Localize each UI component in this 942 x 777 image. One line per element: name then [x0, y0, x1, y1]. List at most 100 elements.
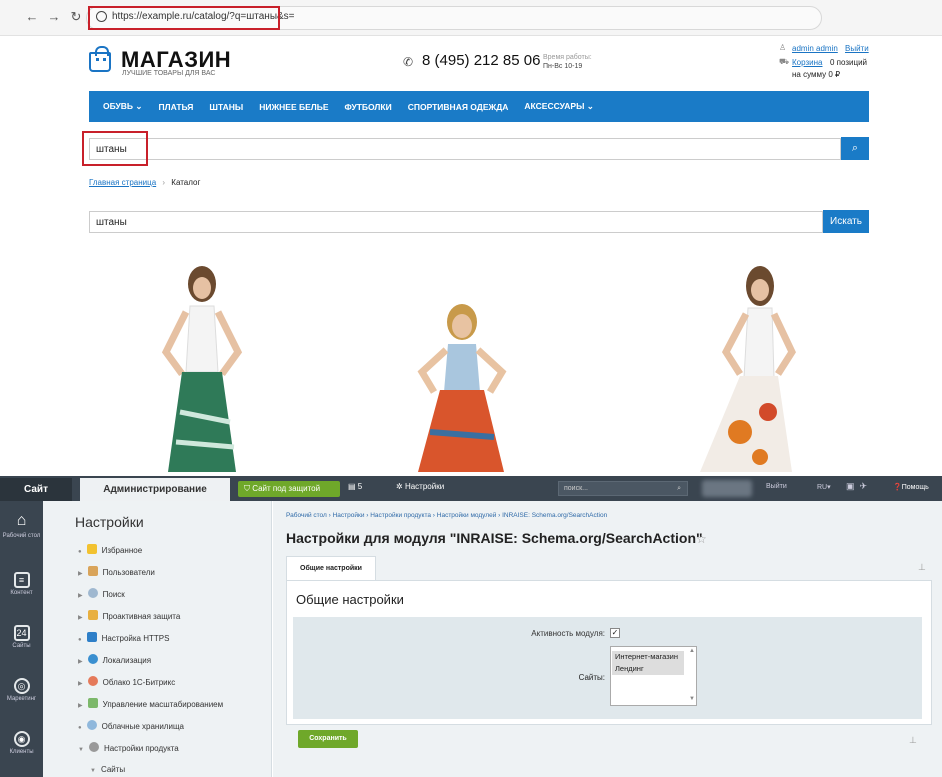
logout-link[interactable]: Выйти — [845, 44, 869, 53]
nav-sites[interactable]: 24 Сайты — [0, 625, 43, 649]
nav-clients-label: Клиенты — [9, 749, 34, 755]
menu-item-underwear[interactable]: НИЖНЕЕ БЕЛЬЕ — [259, 102, 328, 112]
sidebar-item-label: Проактивная защита — [102, 612, 181, 621]
forward-icon[interactable]: → — [46, 9, 62, 24]
sidebar-item-cloud[interactable]: ▶ Облако 1С-Битрикс — [78, 676, 175, 687]
site-option-landing[interactable]: Лендинг — [612, 663, 684, 675]
header-search-button[interactable]: ⌕ — [841, 137, 869, 160]
shield-icon: ⛉ — [244, 484, 253, 493]
server-icon — [87, 698, 98, 708]
panel-icon[interactable]: ▣ — [846, 481, 855, 491]
sidebar-item-favorites[interactable]: ● Избранное — [78, 544, 142, 555]
tab-administration[interactable]: Администрирование — [80, 478, 230, 501]
cloud-icon — [87, 676, 98, 686]
form-area — [293, 617, 922, 719]
site-option-shop[interactable]: Интернет-магазин — [612, 651, 684, 663]
clients-icon: ◉ — [13, 731, 30, 747]
highlight-box-search — [82, 131, 148, 166]
sidebar-item-label: Избранное — [101, 546, 143, 555]
pin-icon[interactable]: ⊥ — [909, 735, 917, 746]
catalog-search-value[interactable]: штаны — [96, 217, 127, 228]
menu-item-accessories[interactable]: АКСЕССУАРЫ ⌄ — [524, 101, 593, 112]
tab-general-settings[interactable]: Общие настройки — [286, 556, 376, 580]
cart-link[interactable]: Корзина — [792, 58, 822, 67]
catalog-menu: ОБУВЬ ⌄ ПЛАТЬЯ ШТАНЫ НИЖНЕЕ БЕЛЬЕ ФУТБОЛ… — [89, 91, 869, 122]
site-protected-button[interactable]: ⛉ Сайт под защитой — [238, 481, 340, 497]
help-button[interactable]: ❓Помощь — [893, 483, 929, 491]
sidebar-item-users[interactable]: ▶ Пользователи — [78, 566, 155, 577]
product-image-2[interactable] — [400, 262, 520, 472]
nav-marketing-label: Маркетинг — [6, 696, 37, 702]
product-image-1[interactable] — [140, 262, 260, 472]
catalog-search-button[interactable]: Искать — [823, 210, 869, 233]
cart-count: 0 позиций — [830, 58, 868, 67]
save-button[interactable]: Сохранить — [298, 730, 358, 748]
back-icon[interactable]: ← — [24, 9, 40, 24]
nav-sites-label: Сайты — [12, 643, 31, 649]
pin-icon[interactable]: ✈ — [860, 481, 868, 491]
nav-content-label: Контент — [10, 590, 33, 596]
shop-bag-icon[interactable] — [89, 46, 111, 72]
search-icon: ⌕ — [851, 142, 859, 154]
sidebar-item-proactive[interactable]: ▶ Проактивная защита — [78, 610, 180, 621]
sidebar-item-label: Сайты — [100, 765, 126, 774]
menu-item-tshirts[interactable]: ФУТБОЛКИ — [345, 102, 392, 112]
sidebar-item-label: Поиск — [102, 590, 125, 599]
language-select[interactable]: RU▾ — [817, 483, 831, 491]
sidebar-item-scaling[interactable]: ▶ Управление масштабированием — [78, 698, 223, 709]
menu-item-dresses[interactable]: ПЛАТЬЯ — [159, 102, 194, 112]
nav-desktop[interactable]: ⌂ Рабочий стол — [0, 512, 43, 540]
notifications-count: 5 — [357, 482, 363, 491]
pin-icon[interactable]: ⊥ — [918, 562, 926, 573]
user-link[interactable]: admin admin — [792, 44, 838, 53]
scroll-down-icon[interactable]: ▼ — [689, 696, 695, 702]
nav-clients[interactable]: ◉ Клиенты — [0, 731, 43, 755]
home-icon: ⌂ — [16, 512, 27, 529]
admin-logout[interactable]: Выйти — [766, 483, 787, 490]
admin-breadcrumb[interactable]: Рабочий стол › Настройки › Настройки про… — [286, 512, 607, 519]
document-icon: ≡ — [13, 572, 30, 588]
tab-site[interactable]: Сайт — [0, 478, 72, 501]
product-image-3[interactable] — [680, 262, 800, 472]
sidebar-item-search[interactable]: ▶ Поиск — [78, 588, 125, 599]
reload-icon[interactable]: ↻ — [68, 9, 84, 25]
sidebar-item-sites[interactable]: ▼ Сайты — [90, 765, 125, 774]
scroll-up-icon[interactable]: ▲ — [689, 648, 695, 654]
help-label: Помощь — [901, 484, 929, 491]
language-value: RU — [817, 484, 828, 491]
settings-button[interactable]: ✲ Настройки — [396, 482, 444, 491]
help-icon: ❓ — [893, 484, 902, 491]
catalog-search-input[interactable] — [89, 211, 823, 233]
calendar-icon: 24 — [13, 625, 30, 641]
menu-item-shoes[interactable]: ОБУВЬ ⌄ — [103, 101, 143, 112]
breadcrumb: Главная страница › Каталог — [89, 178, 200, 187]
target-icon: ◎ — [13, 678, 30, 694]
favorite-star-icon[interactable]: ☆ — [696, 532, 707, 546]
nav-content[interactable]: ≡ Контент — [0, 572, 43, 596]
nav-marketing[interactable]: ◎ Маркетинг — [0, 678, 43, 702]
user-name-blurred[interactable] — [702, 480, 752, 497]
module-active-checkbox[interactable]: ✓ — [610, 628, 620, 638]
menu-item-pants[interactable]: ШТАНЫ — [209, 102, 243, 112]
sidebar-item-product-settings[interactable]: ▼ Настройки продукта — [78, 742, 179, 753]
nav-desktop-label: Рабочий стол — [2, 533, 41, 539]
search-icon: ⌕ — [677, 485, 681, 492]
cloud-storage-icon — [86, 720, 97, 730]
admin-search-input[interactable]: поиск... ⌕ — [558, 481, 688, 496]
phone-number[interactable]: 8 (495) 212 85 06 — [422, 52, 540, 69]
sidebar-item-localization[interactable]: ▶ Локализация — [78, 654, 151, 665]
sidebar-item-label: Локализация — [102, 656, 152, 665]
gear-icon: ✲ — [396, 482, 405, 491]
notifications-counter[interactable]: ▤ 5 — [348, 482, 362, 491]
breadcrumb-home[interactable]: Главная страница — [89, 178, 156, 187]
sidebar-item-https[interactable]: ● Настройка HTTPS — [78, 632, 169, 643]
hours-value: Пн-Вс 10-19 — [543, 63, 583, 70]
breadcrumb-current: Каталог — [171, 178, 201, 187]
sidebar-item-label: Облако 1С-Битрикс — [102, 678, 176, 687]
header-search-input[interactable] — [89, 138, 841, 160]
user-icon: ♙ — [779, 43, 787, 52]
sidebar-title: Настройки — [75, 514, 144, 530]
menu-item-sportswear[interactable]: СПОРТИВНАЯ ОДЕЖДА — [408, 102, 509, 112]
sidebar-item-cloud-storage[interactable]: ● Облачные хранилища — [78, 720, 184, 731]
gear-icon — [88, 742, 99, 752]
